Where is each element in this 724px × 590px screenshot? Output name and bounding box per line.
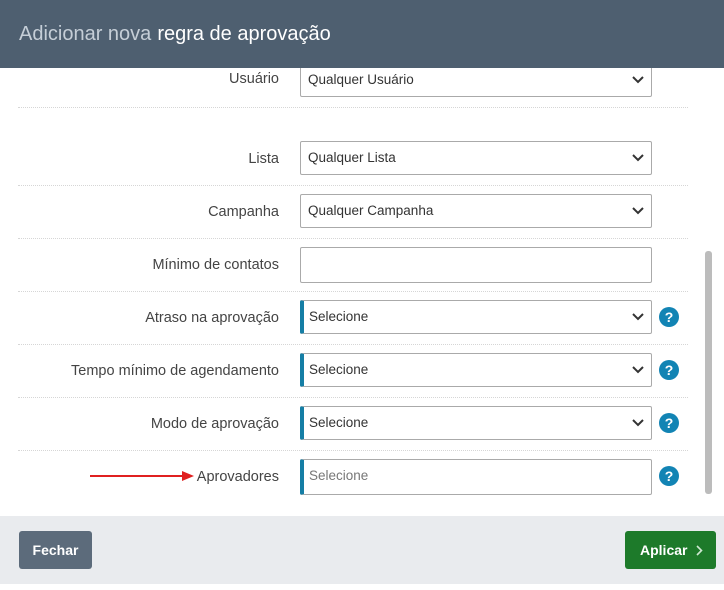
aprovadores-input[interactable]: Selecione [300,459,652,495]
chevron-down-icon [631,142,645,174]
modal-footer: Fechar Aplicar [0,516,724,584]
chevron-down-icon [631,68,645,96]
form-row-lista: Lista Qualquer Lista [18,133,688,186]
tempo-minimo-value: Selecione [309,362,369,377]
form-row-minimo-contatos: Mínimo de contatos [18,239,688,292]
chevron-down-icon [631,195,645,227]
aprovadores-label: Aprovadores [196,469,279,485]
apply-button-label: Aplicar [640,542,688,558]
chevron-down-icon [631,407,645,439]
lista-select[interactable]: Qualquer Lista [300,141,652,175]
modo-aprovacao-select[interactable]: Selecione [300,406,652,440]
atraso-aprovacao-select[interactable]: Selecione [300,300,652,334]
minimo-contatos-input[interactable] [300,247,652,283]
header-title-light: Adicionar nova [19,22,152,45]
form-row-tempo-minimo: Tempo mínimo de agendamento Selecione ? [18,345,688,398]
red-arrow-icon [90,469,196,488]
usuario-select[interactable]: Qualquer Usuário [300,68,652,97]
form-row-usuario: Usuário Qualquer Usuário [18,68,688,108]
atraso-aprovacao-value: Selecione [309,309,369,324]
tempo-minimo-label: Tempo mínimo de agendamento [71,363,279,379]
campanha-select-value: Qualquer Campanha [308,203,434,218]
modo-aprovacao-label: Modo de aprovação [150,416,279,432]
form-row-campanha: Campanha Qualquer Campanha [18,186,688,239]
chevron-down-icon [631,301,645,333]
minimo-contatos-label: Mínimo de contatos [152,257,279,273]
campanha-label: Campanha [208,204,279,220]
lista-label: Lista [248,151,279,167]
form-row-aprovadores: Aprovadores Selecione ? [18,451,688,504]
modo-aprovacao-value: Selecione [309,415,369,430]
modal-body: Usuário Qualquer Usuário Lista Qualquer … [0,68,724,516]
header-title-strong: regra de aprovação [157,22,331,45]
help-icon[interactable]: ? [659,360,679,380]
usuario-select-value: Qualquer Usuário [308,72,414,87]
help-icon[interactable]: ? [659,307,679,327]
lista-select-value: Qualquer Lista [308,150,396,165]
help-icon[interactable]: ? [659,413,679,433]
campanha-select[interactable]: Qualquer Campanha [300,194,652,228]
apply-button[interactable]: Aplicar [625,531,716,569]
tempo-minimo-select[interactable]: Selecione [300,353,652,387]
aprovadores-placeholder: Selecione [309,468,369,483]
atraso-aprovacao-label: Atraso na aprovação [145,310,279,326]
help-icon[interactable]: ? [659,466,679,486]
scrollbar-thumb[interactable] [705,251,712,494]
form-row-atraso-aprovacao: Atraso na aprovação Selecione ? [18,292,688,345]
usuario-label: Usuário [229,71,279,87]
modal-header: Adicionar nova regra de aprovação [0,0,724,68]
close-button[interactable]: Fechar [19,531,92,569]
chevron-down-icon [631,354,645,386]
chevron-right-icon [696,531,703,569]
form-row-modo-aprovacao: Modo de aprovação Selecione ? [18,398,688,451]
